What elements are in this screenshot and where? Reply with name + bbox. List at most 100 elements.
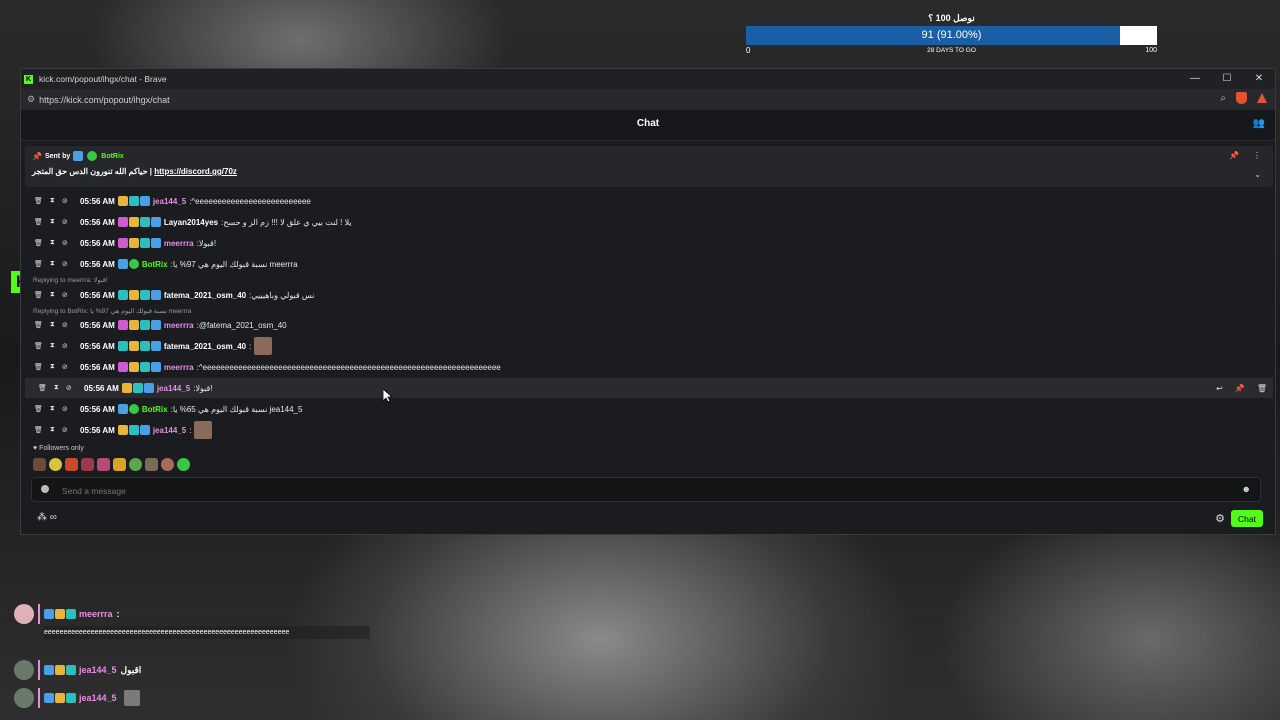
ban-icon[interactable]: ⊘ — [62, 405, 68, 413]
emote-icon[interactable] — [97, 458, 110, 471]
chat-message[interactable]: 🗑 ⧗ ⊘ 05:56 AM meerrra:قبولا! — [21, 233, 1269, 253]
address-bar[interactable]: ⚙ https://kick.com/popout/ihgx/chat ⌕ — [21, 89, 1275, 110]
pinned-sender[interactable]: BotRix — [101, 153, 124, 160]
timeout-icon[interactable]: ⧗ — [50, 260, 55, 268]
chat-message[interactable]: 🗑 ⧗ ⊘ 05:56 AM meerrra:^ееееееееееееееееееее… — [21, 357, 1269, 377]
delete-icon[interactable]: 🗑 — [34, 260, 43, 268]
delete-icon[interactable]: 🗑 — [34, 218, 43, 226]
chat-identity-icon[interactable] — [41, 485, 49, 493]
zoom-icon[interactable]: ⌕ — [1220, 93, 1226, 104]
timeout-icon[interactable]: ⧗ — [54, 384, 59, 392]
delete-icon[interactable]: 🗑 — [34, 342, 43, 350]
message-username[interactable]: fatema_2021_osm_40 — [164, 342, 246, 351]
ban-icon[interactable]: ⊘ — [62, 197, 68, 205]
delete-icon[interactable]: 🗑 — [34, 426, 43, 434]
emote-icon[interactable] — [49, 458, 62, 471]
delete-icon[interactable]: 🗑 — [34, 291, 43, 299]
message-username[interactable]: Layan2014yes — [164, 218, 218, 227]
maximize-button[interactable]: ☐ — [1211, 69, 1243, 89]
pinned-link[interactable]: https://discord.gg/70z — [154, 167, 237, 176]
points-infinity-indicator[interactable]: ⁂ ∞ — [37, 512, 57, 523]
close-button[interactable]: ✕ — [1243, 69, 1275, 89]
timeout-icon[interactable]: ⧗ — [50, 405, 55, 413]
timeout-icon[interactable]: ⧗ — [50, 197, 55, 205]
overlay-message-text: ееееееееееееееееееееееееееееееееееееееее… — [44, 626, 370, 639]
pin-icon[interactable]: 📌 — [1235, 384, 1245, 393]
users-icon[interactable]: 👥 — [1253, 118, 1265, 129]
chat-message[interactable]: 🗑 ⧗ ⊘ 05:56 AM jea144_5:^еееееееееееееееееее… — [21, 191, 1269, 211]
brave-rewards-icon[interactable] — [1257, 93, 1267, 103]
timeout-icon[interactable]: ⧗ — [50, 291, 55, 299]
delete-icon[interactable]: 🗑 — [34, 363, 43, 371]
site-settings-icon[interactable]: ⚙ — [27, 94, 35, 105]
reply-context-2[interactable]: Replying to BotRix: نسبة قبولك اليوم هي … — [33, 307, 191, 315]
emote-icon[interactable] — [161, 458, 174, 471]
crown-badge-icon — [55, 693, 65, 703]
goal-days-label: 28 DAYS TO GO — [927, 47, 976, 54]
message-username[interactable]: meerrra — [164, 239, 194, 248]
delete-icon[interactable]: 🗑 — [34, 239, 43, 247]
ban-icon[interactable]: ⊘ — [62, 342, 68, 350]
emote-icon[interactable] — [113, 458, 126, 471]
delete-icon[interactable]: 🗑 — [38, 384, 47, 392]
gear-icon[interactable]: ⚙ — [1215, 512, 1225, 525]
emote-icon[interactable] — [33, 458, 46, 471]
delete-icon[interactable]: 🗑 — [34, 405, 43, 413]
ban-icon[interactable]: ⊘ — [62, 291, 68, 299]
url-text[interactable]: https://kick.com/popout/ihgx/chat — [39, 95, 170, 105]
kick-favicon-icon: K — [24, 74, 33, 84]
ban-icon[interactable]: ⊘ — [62, 260, 68, 268]
delete-icon[interactable]: 🗑 — [1257, 384, 1267, 393]
timeout-icon[interactable]: ⧗ — [50, 363, 55, 371]
chat-message[interactable]: 🗑 ⧗ ⊘ 05:56 AM meerrra:@fatema_2021_osm_40 — [21, 315, 1269, 335]
message-input[interactable] — [60, 482, 1224, 499]
chat-message[interactable]: 🗑 ⧗ ⊘ 05:56 AM fatema_2021_osm_40: — [21, 336, 1269, 356]
minimize-button[interactable]: — — [1179, 69, 1211, 89]
brave-shields-icon[interactable] — [1236, 92, 1247, 104]
timeout-icon[interactable]: ⧗ — [50, 426, 55, 434]
emote-icon[interactable] — [177, 458, 190, 471]
timeout-icon[interactable]: ⧗ — [50, 239, 55, 247]
chat-message[interactable]: 🗑 ⧗ ⊘ 05:56 AM jea144_5: — [21, 420, 1269, 440]
timeout-icon[interactable]: ⧗ — [50, 342, 55, 350]
delete-icon[interactable]: 🗑 — [34, 197, 43, 205]
message-username[interactable]: jea144_5 — [153, 426, 186, 435]
message-username[interactable]: BotRix — [142, 405, 168, 414]
more-options-icon[interactable]: ⋮ — [1253, 151, 1261, 160]
message-username[interactable]: fatema_2021_osm_40 — [164, 291, 246, 300]
ban-icon[interactable]: ⊘ — [62, 363, 68, 371]
ban-icon[interactable]: ⊘ — [66, 384, 72, 392]
ban-icon[interactable]: ⊘ — [62, 321, 68, 329]
emote-icon[interactable] — [129, 458, 142, 471]
badge-icon — [150, 238, 161, 248]
message-username[interactable]: BotRix — [142, 260, 168, 269]
chat-message[interactable]: 🗑 ⧗ ⊘ 05:56 AM fatema_2021_osm_40:نس قبولي و… — [21, 285, 1269, 305]
message-username[interactable]: jea144_5 — [157, 384, 190, 393]
reply-icon[interactable]: ↩ — [1216, 384, 1223, 393]
emote-icon — [254, 337, 273, 355]
send-chat-button[interactable]: Chat — [1231, 510, 1263, 527]
chat-message[interactable]: 🗑 ⧗ ⊘ 05:56 AM Layan2014yes:يلا ! لنت بيي ي … — [21, 212, 1269, 232]
timeout-icon[interactable]: ⧗ — [50, 218, 55, 226]
ban-icon[interactable]: ⊘ — [62, 239, 68, 247]
emote-icon[interactable] — [65, 458, 78, 471]
message-username[interactable]: meerrra — [164, 321, 194, 330]
ban-icon[interactable]: ⊘ — [62, 426, 68, 434]
unpin-icon[interactable]: 📌 — [1229, 151, 1239, 160]
overlay-accent-bar — [38, 660, 40, 680]
ban-icon[interactable]: ⊘ — [62, 218, 68, 226]
message-username[interactable]: jea144_5 — [153, 197, 186, 206]
chat-message[interactable]: 🗑 ⧗ ⊘ 05:56 AM jea144_5:قبولا! ↩ 📌 🗑 — [25, 378, 1273, 398]
reply-context-1[interactable]: Replying to meerrra: قبولا! — [33, 276, 108, 284]
emote-icon[interactable] — [145, 458, 158, 471]
emoji-picker-icon[interactable]: ☻ — [1242, 484, 1251, 494]
message-input-container[interactable]: ☻ — [31, 477, 1261, 502]
timeout-icon[interactable]: ⧗ — [50, 321, 55, 329]
badge-icon — [44, 609, 54, 619]
chat-message[interactable]: 🗑 ⧗ ⊘ 05:56 AM BotRix:نسبة قبولك اليوم هي 97… — [21, 254, 1269, 274]
chat-message[interactable]: 🗑 ⧗ ⊘ 05:56 AM BotRix:نسبة قبولك اليوم هي 65… — [21, 399, 1269, 419]
chevron-down-icon[interactable]: ⌄ — [1254, 170, 1261, 179]
delete-icon[interactable]: 🗑 — [34, 321, 43, 329]
emote-icon[interactable] — [81, 458, 94, 471]
message-username[interactable]: meerrra — [164, 363, 194, 372]
